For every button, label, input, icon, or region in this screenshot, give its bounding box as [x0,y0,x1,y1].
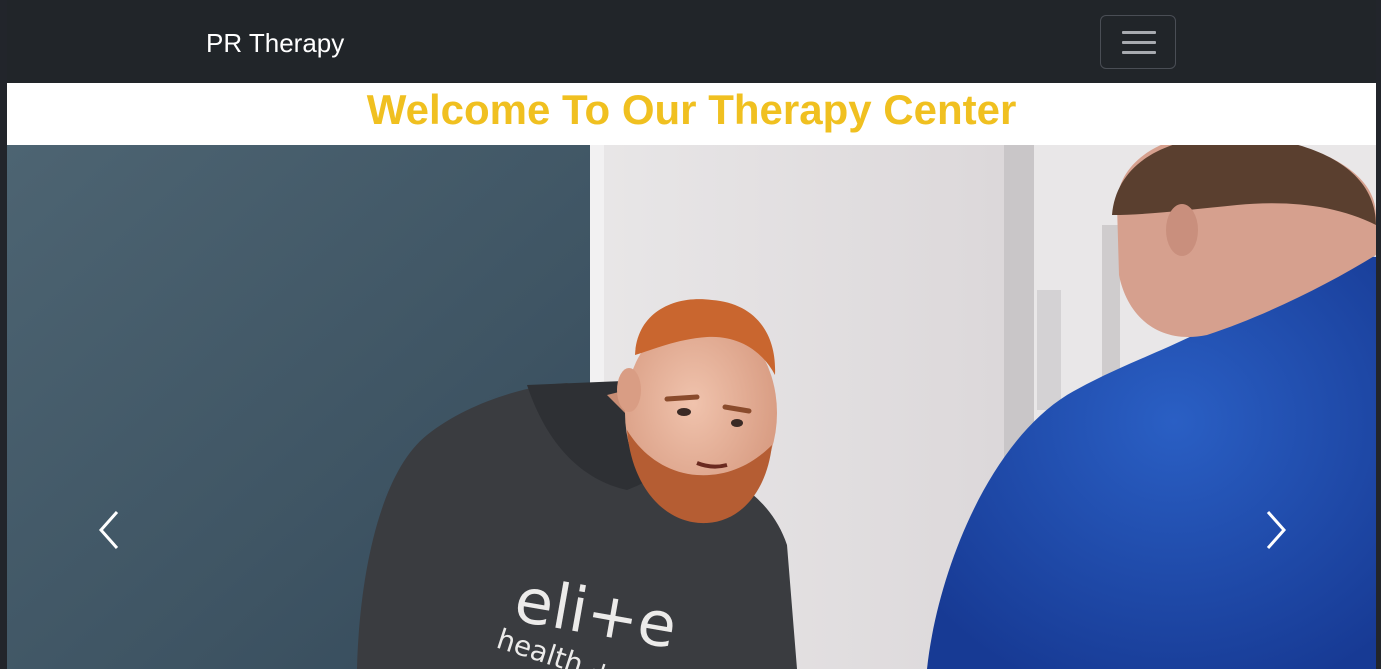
chevron-left-icon [98,511,119,549]
chevron-right-icon [1266,511,1287,549]
carousel-prev-button[interactable] [79,495,139,565]
hamburger-menu-icon [1122,29,1156,55]
image-carousel: eli+e health + [7,145,1376,669]
page-title: Welcome To Our Therapy Center [366,86,1017,133]
therapist-with-client-photo: eli+e health + [7,145,1376,669]
navbar: PR Therapy [7,0,1376,83]
navbar-brand[interactable]: PR Therapy [206,26,344,60]
carousel-next-button[interactable] [1244,495,1304,565]
welcome-banner: Welcome To Our Therapy Center [7,83,1376,145]
navbar-toggler-button[interactable] [1100,15,1176,69]
page-frame: PR Therapy Welcome To Our Therapy Center [7,0,1376,669]
